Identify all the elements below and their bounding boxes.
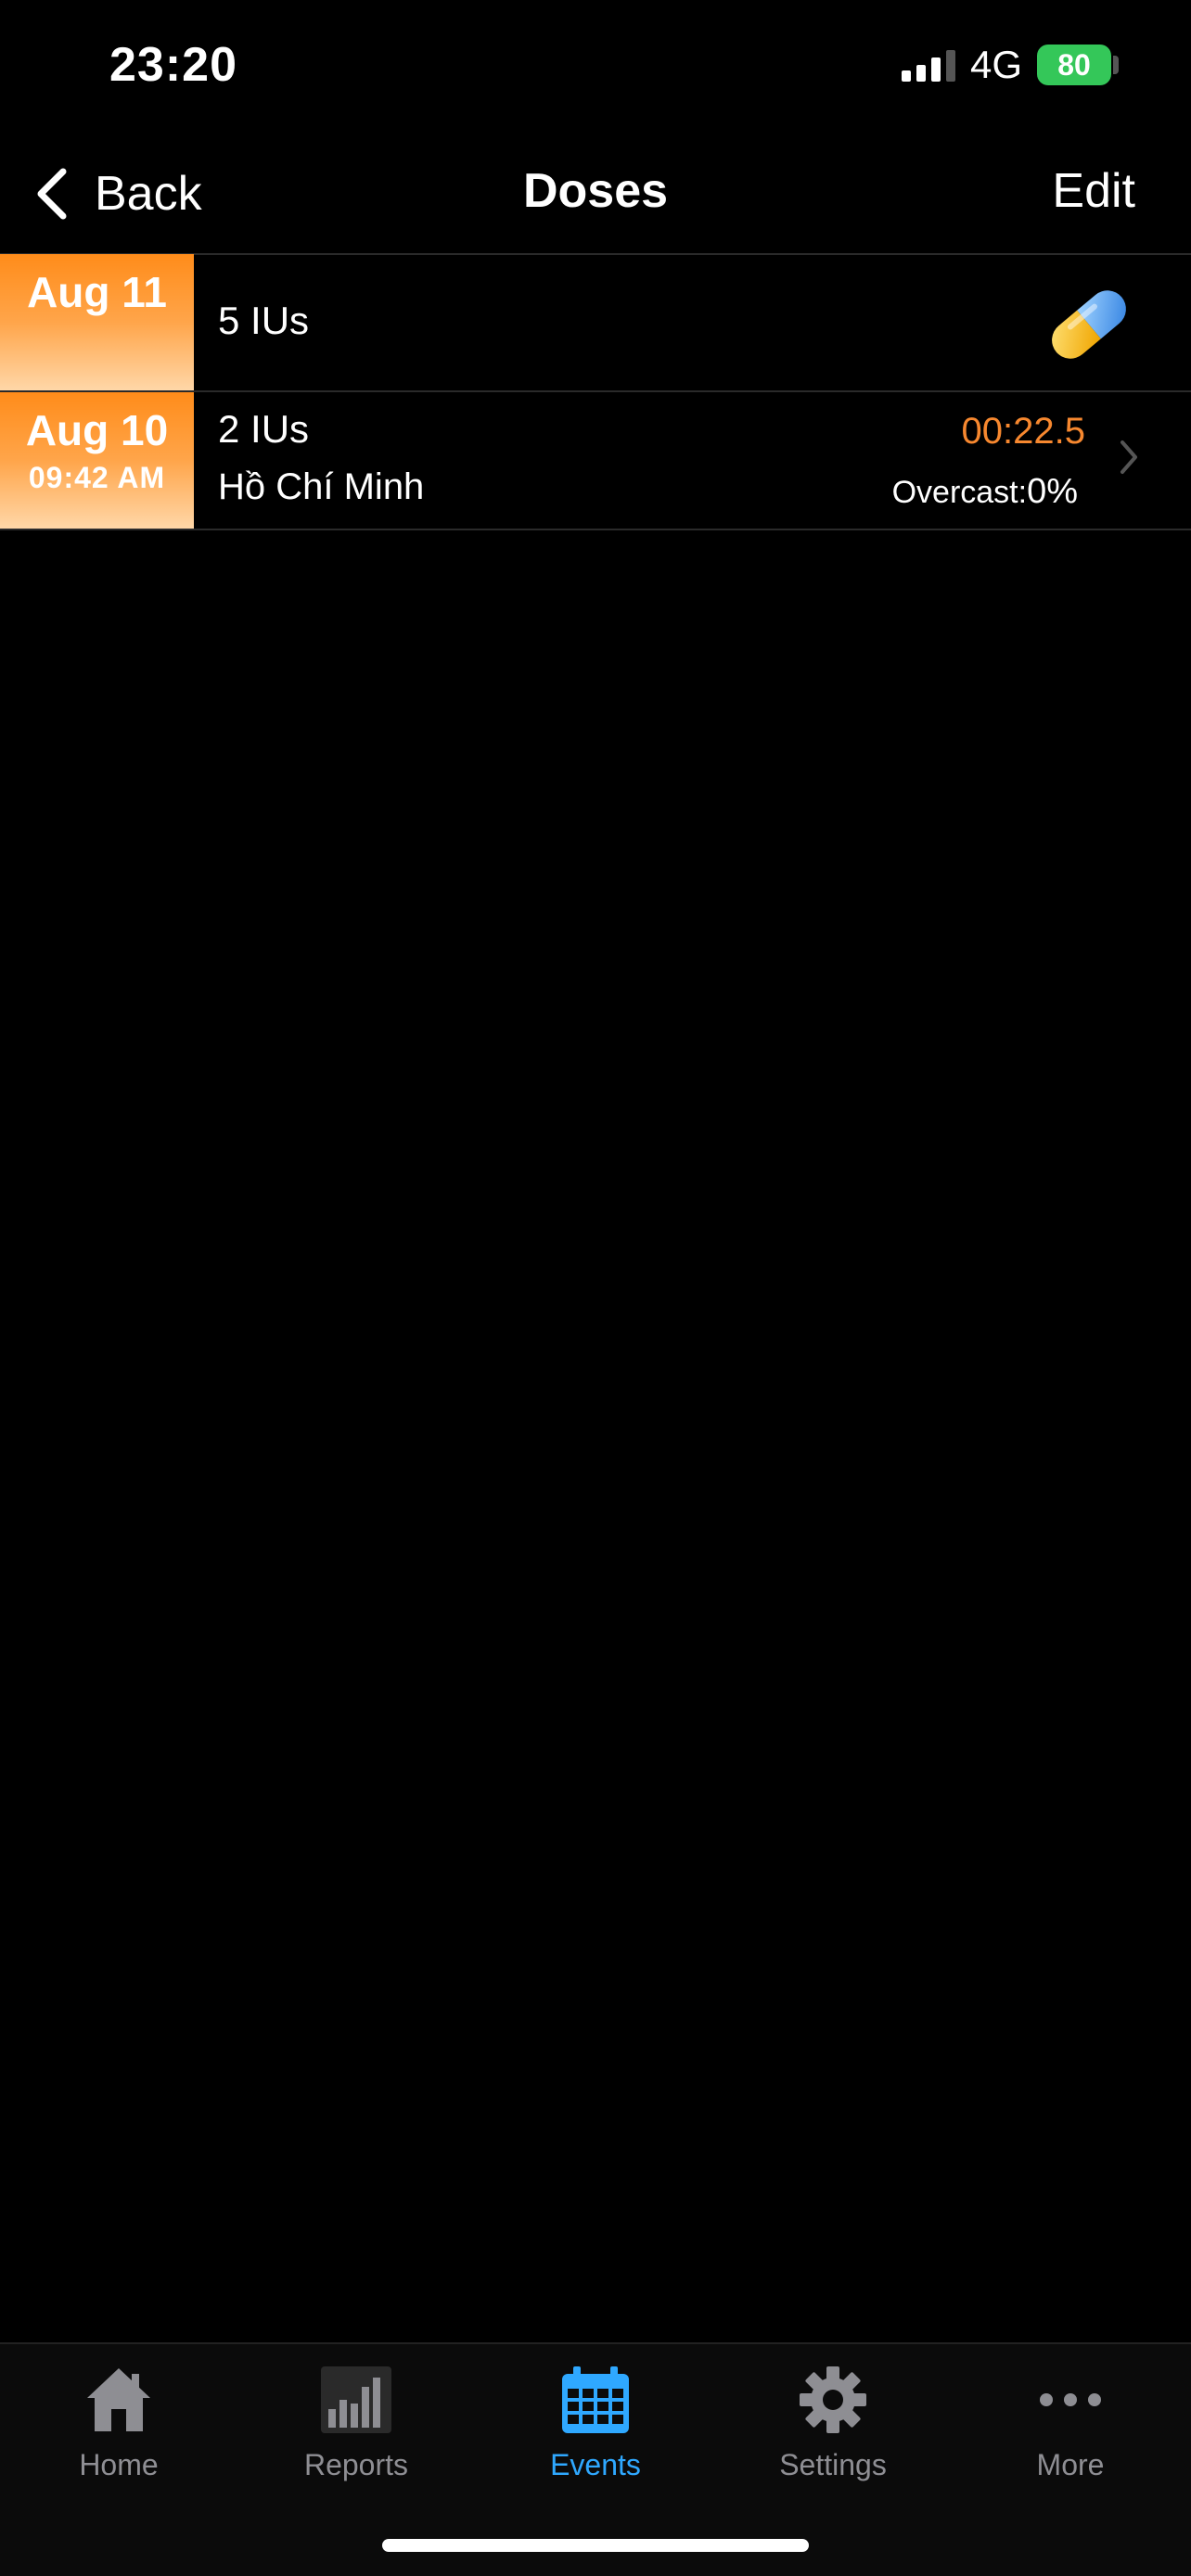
dose-amount: 2 IUs bbox=[218, 407, 310, 451]
tab-label: Reports bbox=[303, 2448, 409, 2481]
doses-screen: 23:20 4G 80 Back Doses Edit Aug 11 5 IUs… bbox=[0, 0, 1191, 2576]
tab-label: Settings bbox=[779, 2448, 887, 2481]
date-label: Aug 11 bbox=[27, 268, 167, 316]
dose-list: Aug 11 5 IUs Aug 10 09:42 AM 2 IUs Hồ Ch… bbox=[0, 254, 1191, 530]
gear-icon bbox=[800, 2366, 866, 2433]
status-bar: 23:20 4G 80 bbox=[0, 0, 1191, 139]
home-indicator[interactable] bbox=[382, 2539, 809, 2552]
weather-value: 0% bbox=[1027, 472, 1078, 511]
battery-tip bbox=[1113, 56, 1119, 74]
chevron-right-icon bbox=[1121, 440, 1137, 474]
time-label: 09:42 AM bbox=[28, 461, 166, 494]
list-item[interactable]: Aug 10 09:42 AM 2 IUs Hồ Chí Minh 00:22.… bbox=[0, 392, 1191, 530]
tab-settings[interactable]: Settings bbox=[740, 2363, 926, 2482]
edit-button[interactable]: Edit bbox=[1052, 163, 1135, 219]
date-label: Aug 10 bbox=[25, 406, 169, 454]
tab-home[interactable]: Home bbox=[26, 2363, 211, 2482]
tab-events[interactable]: Events bbox=[503, 2363, 688, 2482]
location-label: Hồ Chí Minh bbox=[218, 466, 425, 507]
tab-label: More bbox=[1036, 2448, 1105, 2481]
status-time: 23:20 bbox=[109, 38, 237, 92]
weather-condition: Overcast: bbox=[891, 475, 1028, 510]
dose-amount: 5 IUs bbox=[218, 299, 310, 342]
weather-label: Overcast:0% bbox=[892, 472, 1078, 512]
pill-icon bbox=[1052, 290, 1126, 359]
signal-icon bbox=[902, 50, 955, 82]
page-title: Doses bbox=[522, 164, 669, 218]
duration-label: 00:22.5 bbox=[961, 411, 1085, 452]
calendar-icon bbox=[562, 2366, 629, 2433]
bar-chart-icon bbox=[321, 2366, 391, 2433]
home-icon bbox=[87, 2368, 150, 2431]
tab-label: Home bbox=[79, 2448, 159, 2481]
battery-level: 80 bbox=[1057, 47, 1091, 82]
navigation-bar: Back Doses Edit bbox=[0, 139, 1191, 255]
tab-label: Events bbox=[550, 2448, 641, 2481]
tab-reports[interactable]: Reports bbox=[263, 2363, 449, 2482]
date-cell: Aug 11 bbox=[0, 254, 194, 390]
network-type-label: 4G bbox=[970, 43, 1023, 86]
list-item[interactable]: Aug 11 5 IUs bbox=[0, 254, 1191, 392]
date-cell: Aug 10 09:42 AM bbox=[0, 392, 194, 529]
ellipsis-icon bbox=[1040, 2393, 1101, 2406]
battery-icon: 80 bbox=[1037, 45, 1111, 85]
tab-more[interactable]: More bbox=[978, 2363, 1163, 2482]
